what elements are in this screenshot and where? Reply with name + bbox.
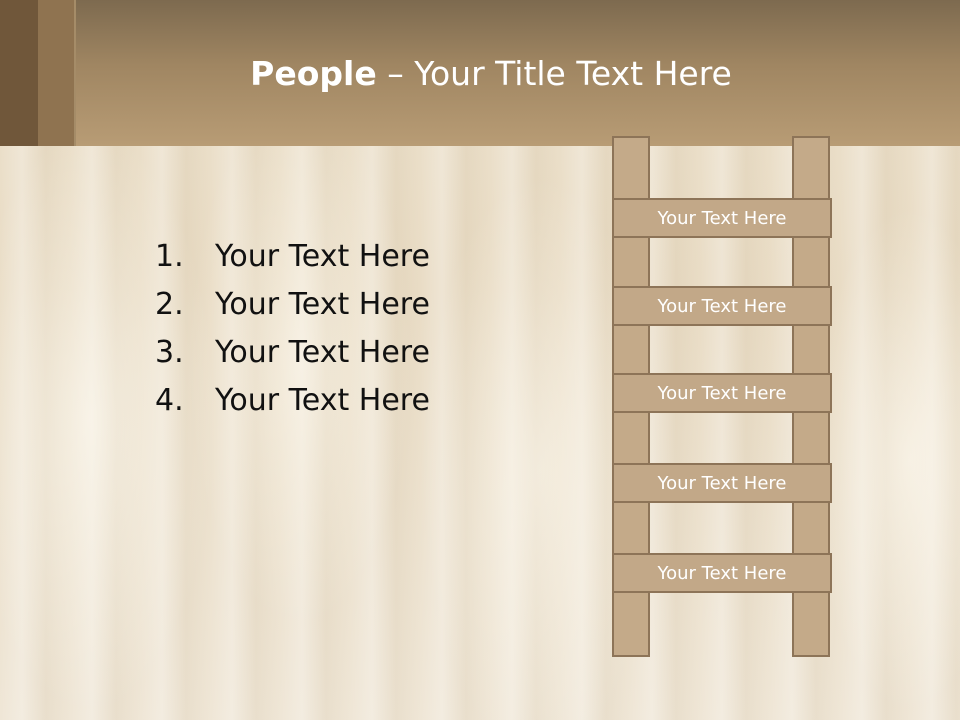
list-item-number: 1. — [155, 238, 184, 274]
ladder-rung-2[interactable]: Your Text Here — [612, 286, 832, 326]
list-item-number: 3. — [155, 334, 184, 370]
ladder-rung-label: Your Text Here — [657, 562, 787, 584]
slide-title-rest: – Your Title Text Here — [376, 54, 732, 93]
list-item-number: 2. — [155, 286, 184, 322]
list-item: 4. Your Text Here — [155, 376, 430, 424]
ladder-right-rail-segment — [792, 236, 830, 288]
ladder-left-rail-segment — [612, 411, 650, 465]
ladder-left-rail-segment — [612, 236, 650, 288]
ladder-rung-label: Your Text Here — [657, 295, 787, 317]
ladder-left-rail-segment — [612, 501, 650, 555]
ladder-left-rail-segment — [612, 324, 650, 375]
list-item-text: Your Text Here — [215, 286, 430, 322]
ladder-rung-label: Your Text Here — [657, 472, 787, 494]
list-item-text: Your Text Here — [215, 238, 430, 274]
list-item-text: Your Text Here — [215, 334, 430, 370]
ladder-right-rail-segment — [792, 324, 830, 375]
slide-canvas: People – Your Title Text Here 1. Your Te… — [0, 0, 960, 720]
list-item: 3. Your Text Here — [155, 328, 430, 376]
list-item-number: 4. — [155, 382, 184, 418]
list-item-text: Your Text Here — [215, 382, 430, 418]
list-item: 2. Your Text Here — [155, 280, 430, 328]
title-bar-accent-strip-dark — [0, 0, 38, 146]
ladder-left-rail-segment — [612, 136, 650, 200]
ladder-rung-5[interactable]: Your Text Here — [612, 553, 832, 593]
ladder-rung-3[interactable]: Your Text Here — [612, 373, 832, 413]
ladder-right-rail-segment — [792, 411, 830, 465]
ladder-rung-1[interactable]: Your Text Here — [612, 198, 832, 238]
numbered-list[interactable]: 1. Your Text Here 2. Your Text Here 3. Y… — [155, 232, 430, 424]
list-item: 1. Your Text Here — [155, 232, 430, 280]
ladder-left-rail-segment — [612, 591, 650, 657]
slide-title[interactable]: People – Your Title Text Here — [76, 52, 906, 96]
ladder-rung-label: Your Text Here — [657, 207, 787, 229]
ladder-rung-4[interactable]: Your Text Here — [612, 463, 832, 503]
ladder-rung-label: Your Text Here — [657, 382, 787, 404]
ladder-right-rail-segment — [792, 501, 830, 555]
title-bar-accent-strip-mid — [38, 0, 74, 146]
ladder-right-rail-segment — [792, 591, 830, 657]
slide-title-bold: People — [250, 54, 377, 93]
ladder-right-rail-segment — [792, 136, 830, 200]
